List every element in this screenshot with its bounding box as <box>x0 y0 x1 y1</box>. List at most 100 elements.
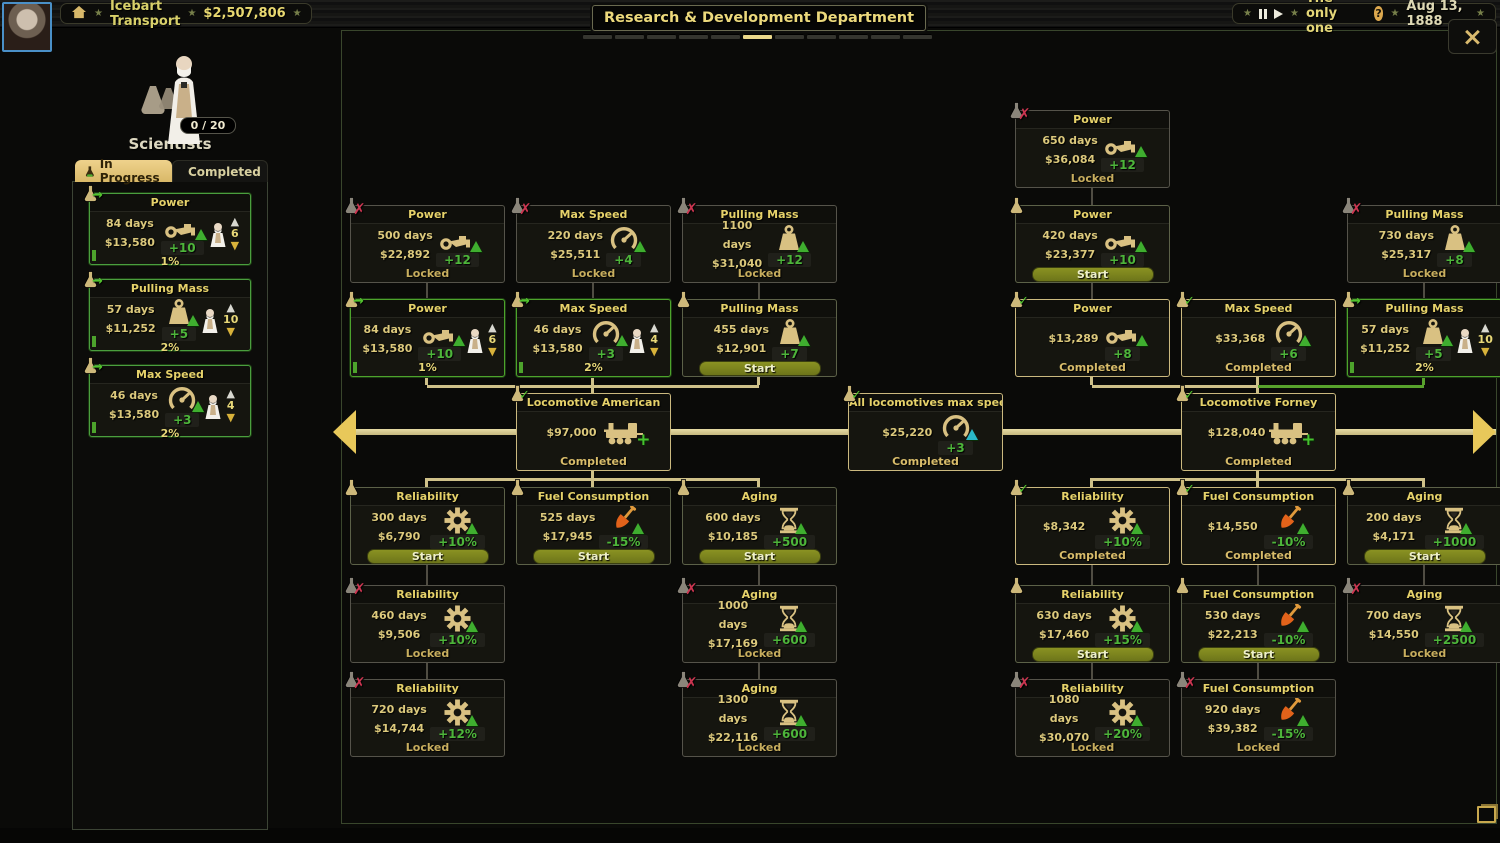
tech-node[interactable]: ✗ Reliability 460 days $9,506 +10% Locked <box>344 577 505 663</box>
tech-node[interactable]: → Power 84 days $13,580 +10 ▲ 6 ▼ 1% <box>344 291 505 377</box>
tech-node[interactable]: ✗ Aging 700 days $14,550 +2500 Locked <box>1341 577 1500 663</box>
page-dash[interactable] <box>743 34 772 39</box>
tech-node[interactable]: Reliability 630 days $17,460 +15% Start <box>1009 577 1170 663</box>
remove-scientist-arrow[interactable]: ▼ <box>650 346 658 357</box>
node-days: 57 days <box>1361 322 1410 336</box>
node-bonus: +20% <box>1095 726 1150 741</box>
node-days: 84 days <box>363 322 412 336</box>
tech-node[interactable]: ✗ Pulling Mass 1100 days $31,040 +12 Lock… <box>676 197 837 283</box>
page-dash[interactable] <box>903 34 932 39</box>
page-dash[interactable] <box>583 34 612 39</box>
node-days: 1100 days <box>721 219 753 252</box>
progress-sliver <box>92 336 96 347</box>
remove-scientist-arrow[interactable]: ▼ <box>226 326 234 337</box>
start-research-button[interactable]: Start <box>1197 647 1320 662</box>
page-dash[interactable] <box>679 34 708 39</box>
tech-node[interactable]: Reliability 300 days $6,790 +10% Start <box>344 479 505 565</box>
tech-node[interactable]: ✓ Max Speed $33,368 +6 Completed <box>1175 291 1336 377</box>
tech-node[interactable]: Fuel Consumption 530 days $22,213 -10% St… <box>1175 577 1336 663</box>
tech-node[interactable]: ✓ Power $13,289 +8 Completed <box>1009 291 1170 377</box>
tech-node[interactable]: Aging 600 days $10,185 +500 Start <box>676 479 837 565</box>
connector-line <box>1091 188 1093 205</box>
research-card[interactable]: → Pulling Mass 57 days $11,252 +5 ▲ 10 ▼ … <box>83 271 251 354</box>
flask-icon <box>510 479 525 496</box>
page-dash[interactable] <box>647 34 676 39</box>
locked-x-icon: ✗ <box>1018 674 1031 692</box>
research-card[interactable]: → Max Speed 46 days $13,580 +3 ▲ 4 ▼ 2% <box>83 357 251 440</box>
research-card[interactable]: → Power 84 days $13,580 +10 ▲ 6 ▼ 1% <box>83 185 251 268</box>
bonus-up-arrow-icon <box>466 620 478 632</box>
tech-node[interactable]: ✗ Aging 1000 days $17,169 +600 Locked <box>676 577 837 663</box>
node-title: Power <box>1016 111 1169 129</box>
tech-node[interactable]: Aging 200 days $4,171 +1000 Start <box>1341 479 1500 565</box>
scientists-count-badge: 0 / 20 <box>180 117 236 134</box>
start-research-button[interactable]: Start <box>1031 267 1154 282</box>
add-scientist-arrow[interactable]: ▲ <box>650 322 658 333</box>
page-dash[interactable] <box>807 34 836 39</box>
tech-node[interactable]: ✓ Fuel Consumption $14,550 -10% Complete… <box>1175 479 1336 565</box>
tech-node[interactable]: ✗ Reliability 1080 days $30,070 +20% Lock… <box>1009 671 1170 757</box>
page-dash[interactable] <box>775 34 804 39</box>
remove-scientist-arrow[interactable]: ▼ <box>488 346 496 357</box>
card-progress: 1% <box>160 255 180 268</box>
flask-icon <box>676 291 691 308</box>
tech-node[interactable]: → Pulling Mass 57 days $11,252 +5 ▲ 10 ▼ … <box>1341 291 1500 377</box>
tech-node[interactable]: Power 420 days $23,377 +10 Start <box>1009 197 1170 283</box>
page-dash[interactable] <box>871 34 900 39</box>
page-dash[interactable] <box>711 34 740 39</box>
page-dashes[interactable] <box>583 34 932 39</box>
add-scientist-arrow[interactable]: ▲ <box>488 322 496 333</box>
scroll-left-arrow[interactable] <box>333 410 356 454</box>
tech-node[interactable]: ✗ Reliability 720 days $14,744 +12% Locke… <box>344 671 505 757</box>
close-button[interactable]: × <box>1448 19 1497 54</box>
card-days: 46 days <box>110 388 158 402</box>
node-status: Locked <box>1402 267 1447 280</box>
tab-in-progress[interactable]: In Progress <box>75 157 172 185</box>
tech-node[interactable]: ✗ Fuel Consumption 920 days $39,382 -15% … <box>1175 671 1336 757</box>
node-title: Locomotive Forney <box>1182 394 1335 412</box>
journal-icon[interactable] <box>1477 806 1496 823</box>
tech-node[interactable]: ✓ All locomotives max speed $25,220 +3 C… <box>842 385 1003 471</box>
player-avatar[interactable] <box>2 2 52 52</box>
page-dash[interactable] <box>615 34 644 39</box>
home-icon[interactable] <box>71 4 87 23</box>
remove-scientist-arrow[interactable]: ▼ <box>1481 346 1489 357</box>
tech-node[interactable]: Fuel Consumption 525 days $17,945 -15% St… <box>510 479 671 565</box>
progress-sliver <box>92 422 96 433</box>
remove-scientist-arrow[interactable]: ▼ <box>231 240 239 251</box>
node-cost: $128,040 <box>1207 426 1266 440</box>
add-scientist-arrow[interactable]: ▲ <box>226 388 234 399</box>
help-icon[interactable]: ? <box>1373 6 1384 21</box>
tech-node[interactable]: ✗ Power 650 days $36,084 +12 Locked <box>1009 102 1170 188</box>
start-research-button[interactable]: Start <box>1363 549 1486 564</box>
play-button[interactable] <box>1273 8 1283 19</box>
progress-sliver <box>1350 362 1354 373</box>
connector-line <box>1258 385 1424 388</box>
add-scientist-arrow[interactable]: ▲ <box>1481 322 1489 333</box>
scroll-right-arrow[interactable] <box>1473 410 1496 454</box>
tech-node[interactable]: ✗ Max Speed 220 days $25,511 +4 Locked <box>510 197 671 283</box>
add-scientist-arrow[interactable]: ▲ <box>226 302 234 313</box>
tech-node[interactable]: → Max Speed 46 days $13,580 +3 ▲ 4 ▼ 2% <box>510 291 671 377</box>
node-title: Max Speed <box>1182 300 1335 318</box>
tech-node[interactable]: ✓ Locomotive American $97,000 + Complete… <box>510 385 671 471</box>
locked-x-icon: ✗ <box>685 674 698 692</box>
tab-completed[interactable]: Completed <box>172 160 268 182</box>
bonus-up-arrow-icon <box>1460 522 1473 534</box>
start-research-button[interactable]: Start <box>698 549 821 564</box>
tech-node[interactable]: ✓ Locomotive Forney $128,040 + Completed <box>1175 385 1336 471</box>
add-scientist-arrow[interactable]: ▲ <box>231 216 239 227</box>
start-research-button[interactable]: Start <box>698 361 821 376</box>
start-research-button[interactable]: Start <box>532 549 655 564</box>
start-research-button[interactable]: Start <box>366 549 489 564</box>
start-research-button[interactable]: Start <box>1031 647 1154 662</box>
tech-node[interactable]: ✗ Aging 1300 days $22,116 +600 Locked <box>676 671 837 757</box>
page-dash[interactable] <box>839 34 868 39</box>
remove-scientist-arrow[interactable]: ▼ <box>226 412 234 423</box>
node-status: Locked <box>1070 172 1115 185</box>
tech-node[interactable]: ✓ Reliability $8,342 +10% Completed <box>1009 479 1170 565</box>
tech-node[interactable]: Pulling Mass 455 days $12,901 +7 Start <box>676 291 837 377</box>
tech-node[interactable]: ✗ Pulling Mass 730 days $25,317 +8 Locked <box>1341 197 1500 283</box>
pause-button[interactable] <box>1258 8 1267 19</box>
tech-node[interactable]: ✗ Power 500 days $22,892 +12 Locked <box>344 197 505 283</box>
